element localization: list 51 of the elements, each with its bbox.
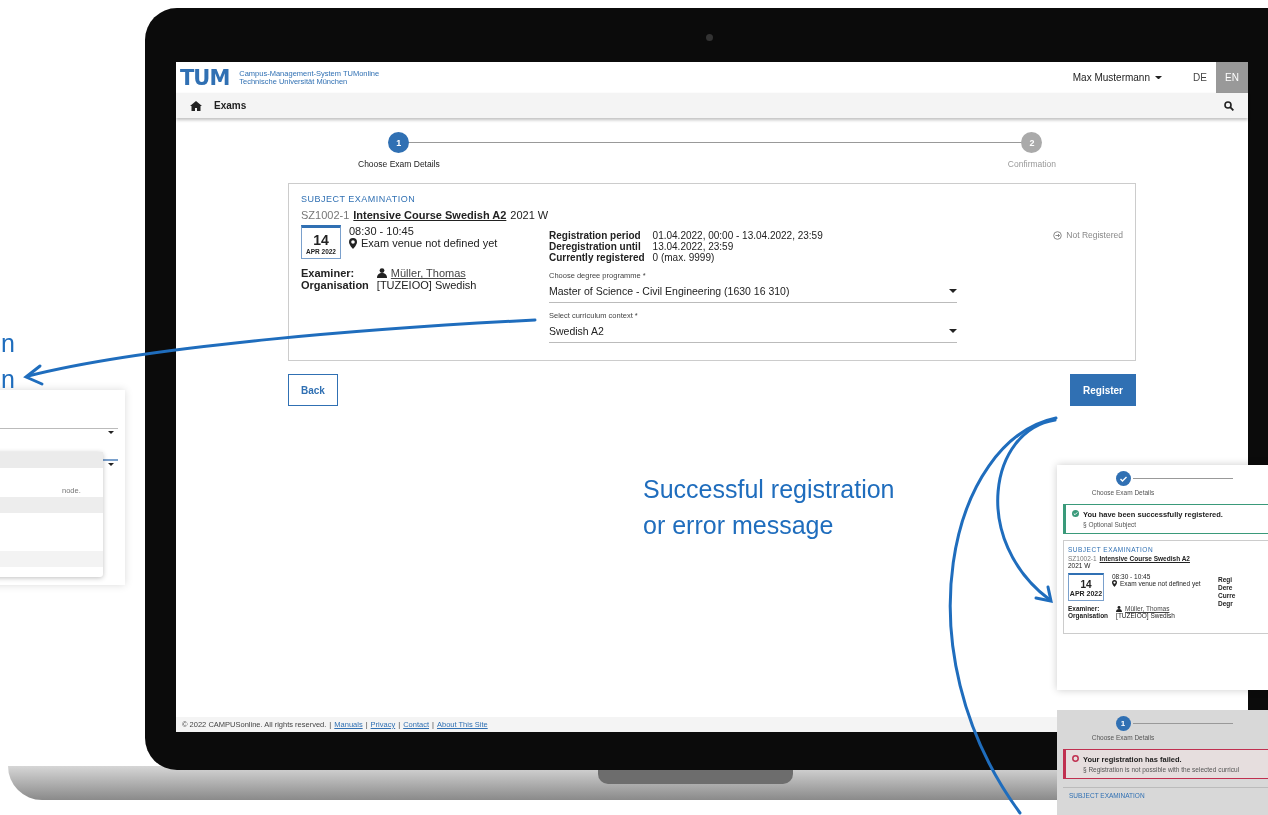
exam-type: SUBJECT EXAMINATION — [301, 194, 417, 204]
logo: TUM — [180, 65, 230, 90]
register-button[interactable]: Register — [1070, 374, 1136, 406]
course-title-link[interactable]: Intensive Course Swedish A2 — [353, 209, 507, 221]
callout-text: or error message — [643, 510, 834, 541]
callout-text: Successful registration — [643, 474, 895, 505]
step-complete-icon — [1115, 471, 1131, 486]
detail-value: 01.04.2022, 00:00 - 13.04.2022, 23:59 — [652, 230, 824, 241]
user-menu[interactable]: Max Mustermann — [1072, 72, 1162, 83]
arrow-circle-icon — [1053, 230, 1063, 240]
home-icon[interactable] — [190, 100, 202, 111]
organisation-value: [TUZEIOO] Swedish — [376, 279, 478, 291]
dropdown-row[interactable] — [0, 551, 103, 567]
caret-icon — [949, 289, 957, 293]
step-label: Choose Exam Details — [358, 159, 440, 169]
detail-value: 0 (max. 9999) — [652, 252, 716, 263]
callout-text: n — [1, 364, 15, 395]
error-circle-icon — [1072, 755, 1079, 762]
exam-venue: Exam venue not defined yet — [361, 237, 498, 249]
caret-icon — [949, 329, 957, 333]
examiner-link[interactable]: Müller, Thomas — [390, 267, 466, 279]
location-pin-icon — [1112, 580, 1117, 587]
step-number: 1 — [388, 132, 410, 153]
caret-icon — [108, 463, 114, 466]
person-icon — [1116, 605, 1123, 612]
semester: 2021 W — [510, 209, 549, 221]
step-label: Confirmation — [1007, 159, 1056, 169]
search-icon[interactable] — [1224, 100, 1234, 111]
examiner-label: Examiner: — [301, 267, 356, 279]
detail-label: Currently registered — [549, 252, 645, 263]
caret-icon — [1155, 75, 1162, 80]
detail-value: 13.04.2022, 23:59 — [652, 241, 735, 252]
detail-label: Registration period — [549, 230, 642, 241]
registration-status: Not Registered — [1053, 230, 1123, 240]
location-pin-icon — [349, 237, 357, 249]
exam-time: 08:30 - 10:45 — [349, 225, 415, 237]
dropdown-row[interactable] — [0, 497, 103, 513]
organisation-label: Organisation — [301, 279, 369, 291]
check-circle-icon — [1072, 510, 1079, 517]
page-title: Exams — [214, 100, 247, 111]
back-button[interactable]: Back — [288, 374, 338, 406]
step-number: 1 — [1115, 716, 1131, 731]
camera-dot — [706, 34, 713, 41]
caret-icon — [108, 431, 114, 434]
dropdown-row[interactable] — [0, 452, 103, 468]
person-icon — [376, 268, 387, 278]
detail-label: Deregistration until — [549, 241, 641, 252]
language-toggle[interactable]: DE — [1184, 62, 1216, 93]
step-number: 2 — [1021, 132, 1043, 153]
course-code: SZ1002-1 — [301, 209, 350, 221]
callout-text: n — [1, 328, 15, 359]
